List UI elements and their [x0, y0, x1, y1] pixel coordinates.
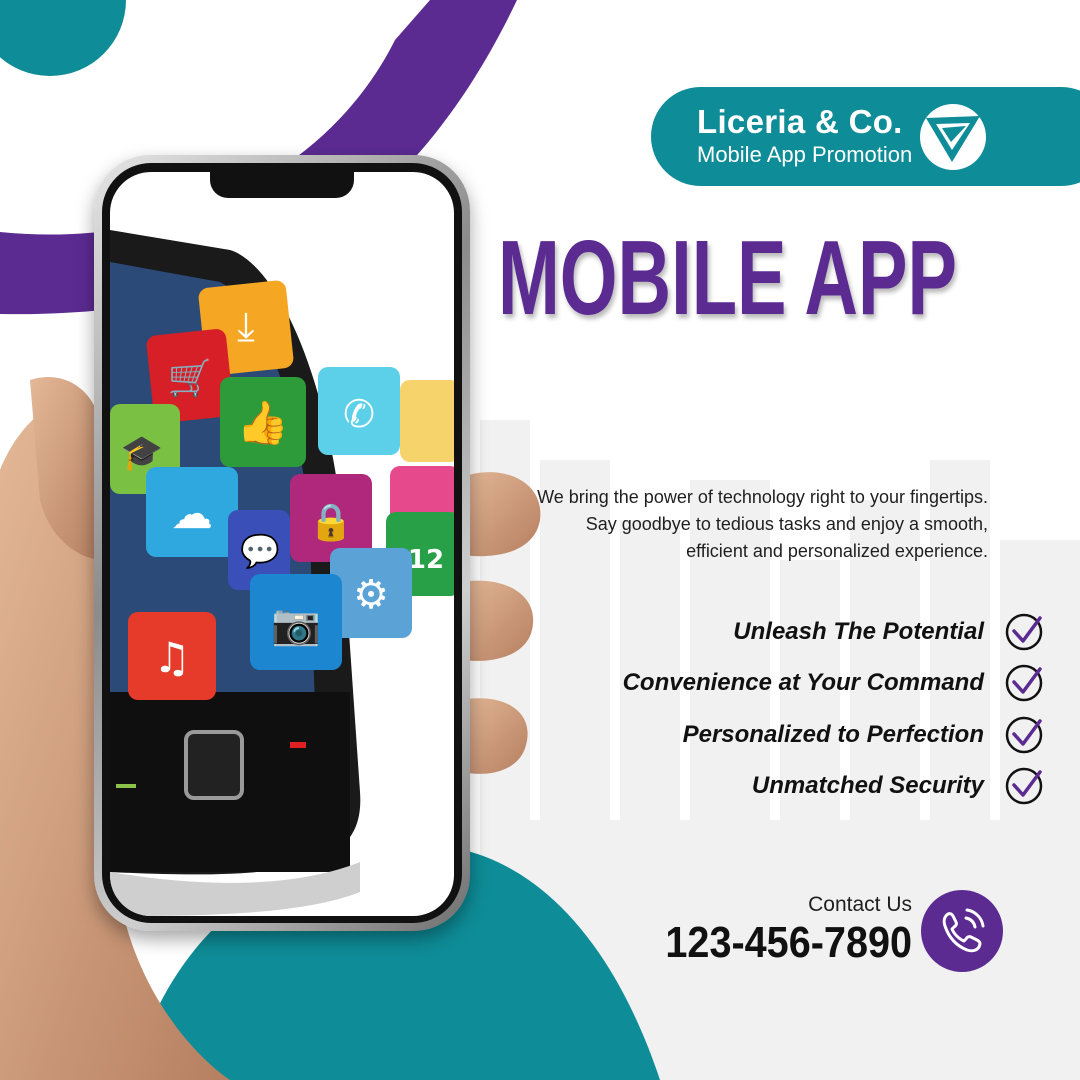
brand-tagline: Mobile App Promotion: [697, 142, 913, 167]
svg-text:12: 12: [408, 545, 444, 575]
phone-call-icon: [942, 908, 985, 953]
check-circle-icon: [1005, 716, 1043, 754]
svg-text:💬: 💬: [240, 532, 280, 570]
app-tile-settings: ⚙: [330, 548, 412, 638]
app-tile-music: ♫: [128, 612, 216, 700]
check-circle-icon: [1005, 613, 1043, 651]
svg-text:⚙: ⚙: [353, 572, 389, 618]
feature-item: Unmatched Security: [751, 767, 1043, 805]
description: We bring the power of technology right t…: [537, 487, 988, 561]
app-tile-camera: 📷: [250, 574, 342, 670]
feature-item: Personalized to Perfection: [682, 716, 1043, 754]
feature-label: Personalized to Perfection: [682, 721, 984, 748]
check-circle-icon: [1005, 767, 1043, 805]
feature-label: Unmatched Security: [751, 772, 984, 799]
check-circle-icon: [1005, 664, 1043, 702]
feature-label: Convenience at Your Command: [622, 669, 984, 696]
feature-item: Unleash The Potential: [733, 613, 1043, 651]
headline: MOBILE APP: [498, 219, 957, 337]
phone-number[interactable]: 123-456-7890: [665, 918, 912, 968]
brand-name: Liceria & Co.: [697, 103, 903, 140]
poster-canvas: ⤓ 🛒 👍 ✆ 🎓 ☁ 🔒 💬 12 ⚙ 📷 ♫ Liceria & Co. M…: [0, 0, 1080, 1080]
feature-label: Unleash The Potential: [733, 618, 984, 645]
svg-text:♫: ♫: [153, 633, 191, 682]
feature-item: Convenience at Your Command: [622, 664, 1043, 702]
svg-text:📷: 📷: [271, 602, 321, 648]
svg-text:🔒: 🔒: [309, 502, 354, 543]
svg-text:⤓: ⤓: [237, 304, 255, 350]
call-button[interactable]: [921, 890, 1003, 972]
svg-text:☁: ☁: [171, 489, 213, 538]
app-tile-cloud: ☁: [146, 467, 238, 557]
svg-text:🛒: 🛒: [168, 357, 213, 399]
app-icons-illustration: ⤓ 🛒 👍 ✆ 🎓 ☁ 🔒 💬 12 ⚙ 📷 ♫: [110, 230, 454, 916]
brand-logo-icon: [920, 104, 986, 170]
svg-text:👍: 👍: [237, 398, 289, 447]
phone-notch: [210, 168, 354, 198]
svg-text:✆: ✆: [343, 392, 375, 436]
phone-screen: ⤓ 🛒 👍 ✆ 🎓 ☁ 🔒 💬 12 ⚙ 📷 ♫: [110, 172, 454, 916]
app-tile-like: 👍: [220, 377, 306, 467]
contact-label: Contact Us: [808, 893, 912, 916]
app-tile-search: [400, 380, 454, 462]
app-tile-phone: ✆: [318, 367, 400, 455]
